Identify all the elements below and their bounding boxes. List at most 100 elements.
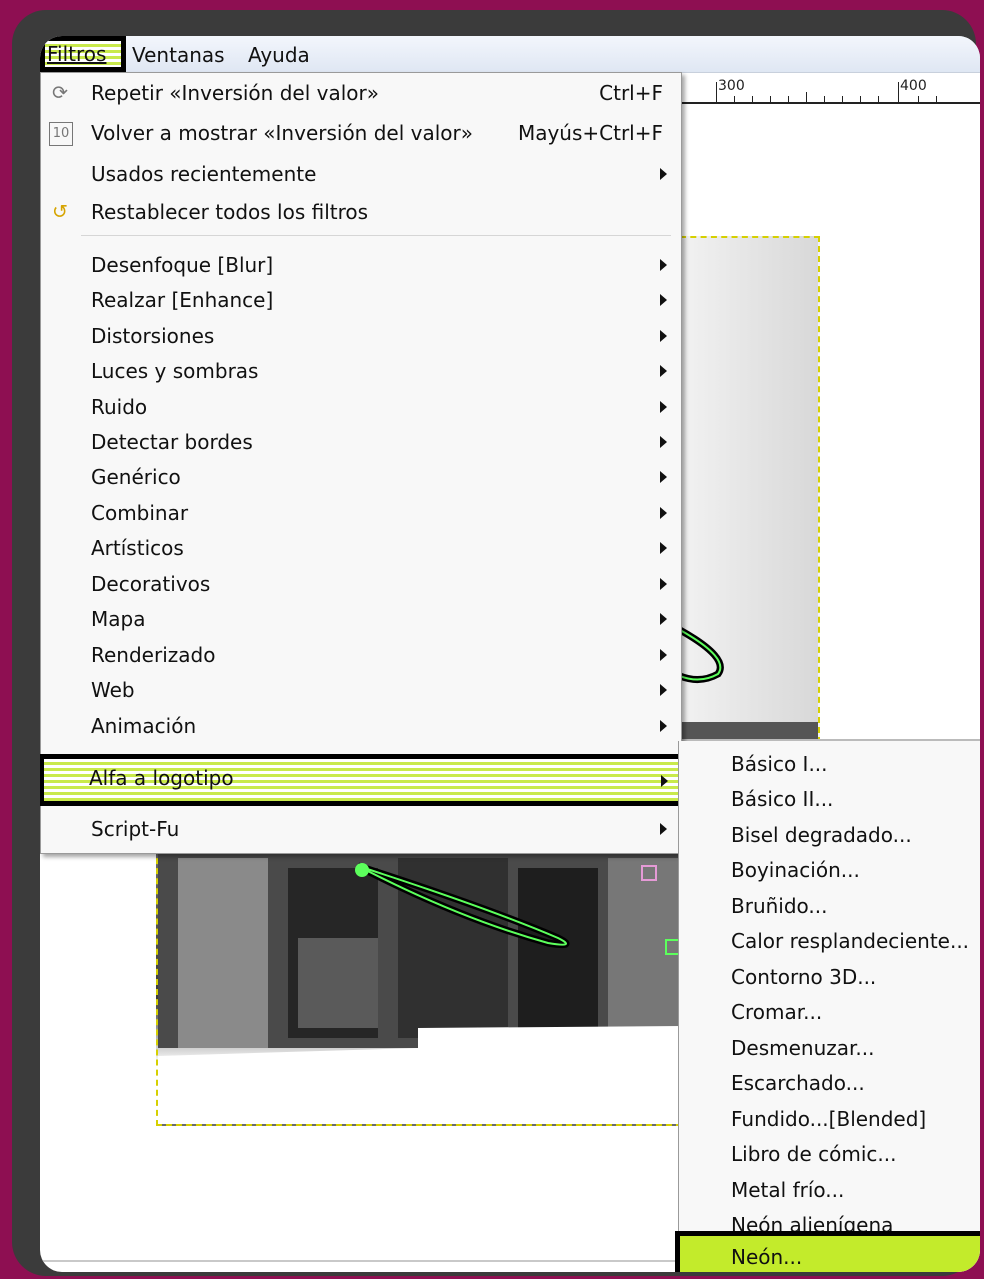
- menu-item-script-fu[interactable]: Script-Fu: [41, 813, 681, 847]
- shortcut: Mayús+Ctrl+F: [517, 121, 663, 145]
- submenu-item-label: Calor resplandeciente...: [731, 929, 970, 953]
- menu-item-label: Repetir «Inversión del valor»: [91, 81, 379, 105]
- menu-item-label: Web: [91, 678, 135, 702]
- submenu-arrow-icon: [660, 823, 667, 835]
- submenu-arrow-icon: [660, 436, 667, 448]
- menu-item-label: Luces y sombras: [91, 359, 259, 383]
- menu-item-label: Usados recientemente: [91, 162, 317, 186]
- submenu-item[interactable]: Fundido...[Blended]: [679, 1102, 980, 1136]
- menu-item-label: Ruido: [91, 395, 148, 419]
- menu-item-mapa[interactable]: Mapa: [41, 603, 681, 637]
- submenu-item[interactable]: Calor resplandeciente...: [679, 924, 980, 958]
- submenu-item[interactable]: Metal frío...: [679, 1173, 980, 1207]
- menu-item-label: Renderizado: [91, 643, 216, 667]
- submenu-item-label: Cromar...: [731, 1000, 823, 1024]
- menu-item-distorsiones[interactable]: Distorsiones: [41, 320, 681, 354]
- menu-item-renderizado[interactable]: Renderizado: [41, 639, 681, 673]
- shortcut: Ctrl+F: [599, 81, 663, 105]
- menu-item-label: Script-Fu: [91, 817, 180, 841]
- menu-item-generico[interactable]: Genérico: [41, 461, 681, 495]
- menu-item-label: Genérico: [91, 465, 181, 489]
- menu-item-reshow[interactable]: 10 Volver a mostrar «Inversión del valor…: [41, 117, 681, 151]
- app-window: Filtros Ventanas Ayuda 300 400 ⟳ Repetir…: [40, 36, 980, 1272]
- submenu-arrow-icon: [660, 168, 667, 180]
- submenu-arrow-icon: [660, 613, 667, 625]
- menu-item-combinar[interactable]: Combinar: [41, 497, 681, 531]
- submenu-arrow-icon: [660, 471, 667, 483]
- window-frame: Filtros Ventanas Ayuda 300 400 ⟳ Repetir…: [12, 10, 980, 1276]
- submenu-arrow-icon: [660, 720, 667, 732]
- menubar: Filtros Ventanas Ayuda: [40, 36, 980, 73]
- menu-item-label: Detectar bordes: [91, 430, 253, 454]
- submenu-arrow-icon: [661, 775, 668, 787]
- menu-item-decorativos[interactable]: Decorativos: [41, 568, 681, 602]
- menu-item-label: Artísticos: [91, 536, 184, 560]
- submenu-item[interactable]: Bisel degradado...: [679, 818, 980, 852]
- menu-item-desenfoque[interactable]: Desenfoque [Blur]: [41, 249, 681, 283]
- ruler-label-300: 300: [718, 78, 745, 94]
- menu-item-label: Animación: [91, 714, 197, 738]
- menu-item-label: Realzar [Enhance]: [91, 288, 274, 312]
- menu-item-label: Alfa a logotipo: [89, 766, 234, 790]
- menu-item-label: Decorativos: [91, 572, 211, 596]
- canvas-image[interactable]: [156, 848, 682, 1126]
- submenu-arrow-icon: [660, 330, 667, 342]
- submenu-arrow-icon: [660, 365, 667, 377]
- menu-item-label: Restablecer todos los filtros: [91, 200, 369, 224]
- menu-item-repeat[interactable]: ⟳ Repetir «Inversión del valor» Ctrl+F: [41, 77, 681, 111]
- submenu-arrow-icon: [660, 578, 667, 590]
- menu-item-animacion[interactable]: Animación: [41, 710, 681, 744]
- menu-item-label: Desenfoque [Blur]: [91, 253, 274, 277]
- submenu-item[interactable]: Básico II...: [679, 782, 980, 816]
- menu-ventanas[interactable]: Ventanas: [132, 42, 225, 68]
- repeat-icon: ⟳: [52, 82, 68, 104]
- submenu-arrow-icon: [660, 294, 667, 306]
- submenu-item[interactable]: Cromar...: [679, 995, 980, 1029]
- submenu-item-label: Bisel degradado...: [731, 823, 912, 847]
- submenu-item-label: Neón...: [731, 1245, 803, 1269]
- menu-item-label: Combinar: [91, 501, 189, 525]
- submenu-item[interactable]: Boyinación...: [679, 853, 980, 887]
- submenu-item-label: Fundido...[Blended]: [731, 1107, 927, 1131]
- submenu-item-label: Bruñido...: [731, 894, 828, 918]
- submenu-item[interactable]: Desmenuzar...: [679, 1031, 980, 1065]
- menu-item-web[interactable]: Web: [41, 674, 681, 708]
- menu-item-label: Mapa: [91, 607, 146, 631]
- menu-item-luces[interactable]: Luces y sombras: [41, 355, 681, 389]
- menu-item-recent[interactable]: Usados recientemente: [41, 158, 681, 192]
- menu-item-ruido[interactable]: Ruido: [41, 391, 681, 425]
- submenu-item-neon[interactable]: Neón...: [675, 1231, 980, 1272]
- submenu-item-label: Libro de cómic...: [731, 1142, 897, 1166]
- menu-item-label: Distorsiones: [91, 324, 215, 348]
- reset-icon: ↺: [52, 201, 68, 223]
- canvas-image-right[interactable]: [680, 236, 820, 743]
- menu-item-artisticos[interactable]: Artísticos: [41, 532, 681, 566]
- menu-item-reset[interactable]: ↺ Restablecer todos los filtros: [41, 196, 681, 230]
- ruler-label-400: 400: [900, 78, 927, 94]
- submenu-arrow-icon: [660, 649, 667, 661]
- alfa-a-logotipo-submenu: Básico I... Básico II... Bisel degradado…: [675, 741, 980, 1272]
- submenu-arrow-icon: [660, 507, 667, 519]
- submenu-item[interactable]: Escarchado...: [679, 1066, 980, 1100]
- submenu-item-label: Contorno 3D...: [731, 965, 877, 989]
- submenu-item[interactable]: Libro de cómic...: [679, 1137, 980, 1171]
- submenu-item-label: Boyinación...: [731, 858, 860, 882]
- submenu-arrow-icon: [660, 401, 667, 413]
- menu-item-realzar[interactable]: Realzar [Enhance]: [41, 284, 681, 318]
- submenu-arrow-icon: [660, 684, 667, 696]
- submenu-item[interactable]: Contorno 3D...: [679, 960, 980, 994]
- submenu-item-label: Desmenuzar...: [731, 1036, 875, 1060]
- submenu-arrow-icon: [660, 542, 667, 554]
- canvas-bottom-border: [40, 1260, 680, 1262]
- menu-item-label: Volver a mostrar «Inversión del valor»: [91, 121, 473, 145]
- menu-ayuda[interactable]: Ayuda: [248, 42, 310, 68]
- separator: [81, 235, 671, 236]
- menu-filtros[interactable]: Filtros: [40, 36, 126, 72]
- submenu-item-label: Básico II...: [731, 787, 834, 811]
- reshow-icon: 10: [49, 122, 73, 146]
- submenu-item[interactable]: Bruñido...: [679, 889, 980, 923]
- submenu-item[interactable]: Básico I...: [679, 747, 980, 781]
- menu-item-detectar-bordes[interactable]: Detectar bordes: [41, 426, 681, 460]
- menu-item-alfa-a-logotipo[interactable]: Alfa a logotipo: [40, 754, 683, 806]
- submenu-item-label: Básico I...: [731, 752, 828, 776]
